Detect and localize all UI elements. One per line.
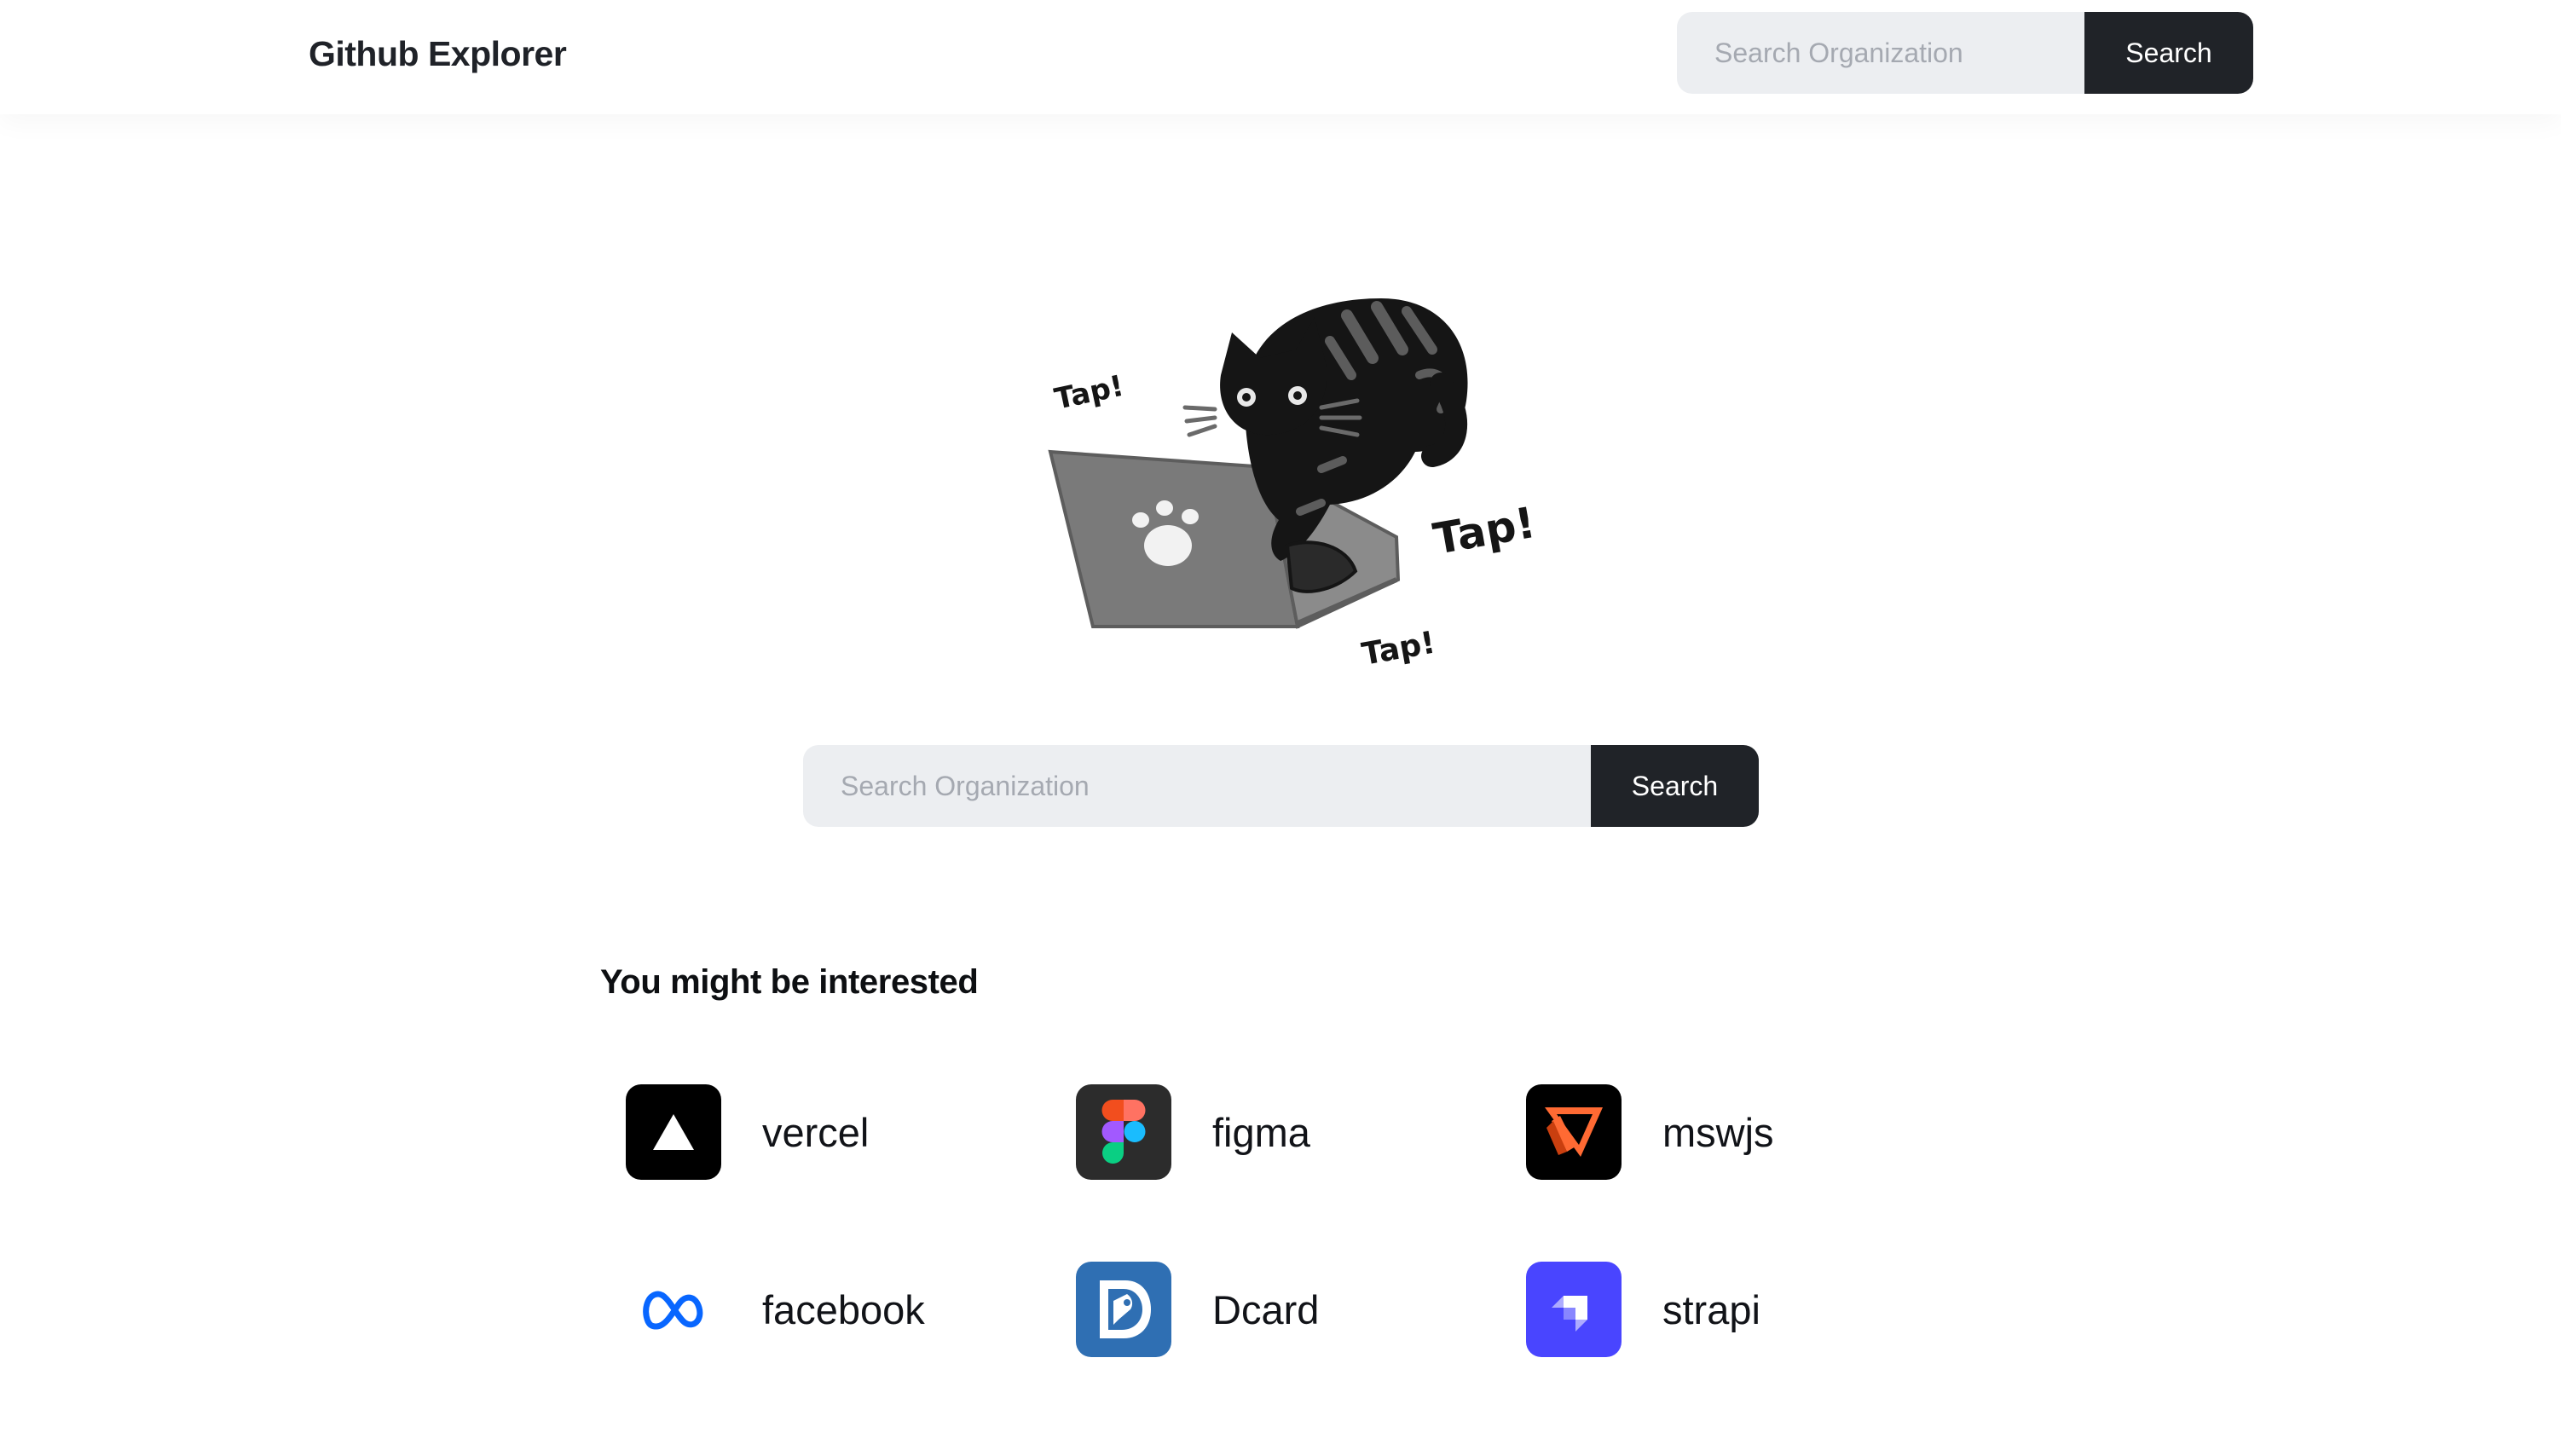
org-card-vercel[interactable]: vercel bbox=[626, 1084, 1076, 1180]
site-title[interactable]: Github Explorer bbox=[309, 34, 567, 74]
org-name: mswjs bbox=[1662, 1109, 1774, 1155]
meta-logo-icon bbox=[626, 1262, 721, 1357]
org-name: strapi bbox=[1662, 1286, 1760, 1332]
header-search-input[interactable] bbox=[1677, 12, 2084, 94]
org-name: figma bbox=[1212, 1109, 1310, 1155]
org-name: facebook bbox=[762, 1286, 925, 1332]
mswjs-logo-icon bbox=[1526, 1084, 1622, 1180]
suggestions-heading: You might be interested bbox=[600, 963, 979, 1001]
header-search-button[interactable]: Search bbox=[2084, 12, 2253, 94]
dcard-logo-icon bbox=[1076, 1262, 1171, 1357]
main-search-input[interactable] bbox=[803, 745, 1591, 827]
org-card-dcard[interactable]: Dcard bbox=[1076, 1262, 1526, 1357]
header-search-bar: Search bbox=[1677, 12, 2253, 94]
org-name: Dcard bbox=[1212, 1286, 1320, 1332]
org-card-strapi[interactable]: strapi bbox=[1526, 1262, 1976, 1357]
org-name: vercel bbox=[762, 1109, 870, 1155]
org-card-facebook[interactable]: facebook bbox=[626, 1262, 1076, 1357]
tap-text: Tap! bbox=[1052, 369, 1127, 417]
main-search-bar: Search bbox=[803, 745, 1759, 827]
suggested-orgs-grid: vercel figma mswjs facebook Dcard strapi bbox=[626, 1084, 1976, 1357]
vercel-logo-icon bbox=[626, 1084, 721, 1180]
tap-text: Tap! bbox=[1430, 498, 1539, 564]
main-search-button[interactable]: Search bbox=[1591, 745, 1759, 827]
cat-typing-on-laptop-illustration: Tap! Tap! Tap! bbox=[1040, 281, 1569, 682]
org-card-mswjs[interactable]: mswjs bbox=[1526, 1084, 1976, 1180]
figma-logo-icon bbox=[1076, 1084, 1171, 1180]
tap-text: Tap! bbox=[1359, 625, 1437, 672]
strapi-logo-icon bbox=[1526, 1262, 1622, 1357]
top-navbar: Github Explorer Search bbox=[0, 0, 2561, 114]
org-card-figma[interactable]: figma bbox=[1076, 1084, 1526, 1180]
